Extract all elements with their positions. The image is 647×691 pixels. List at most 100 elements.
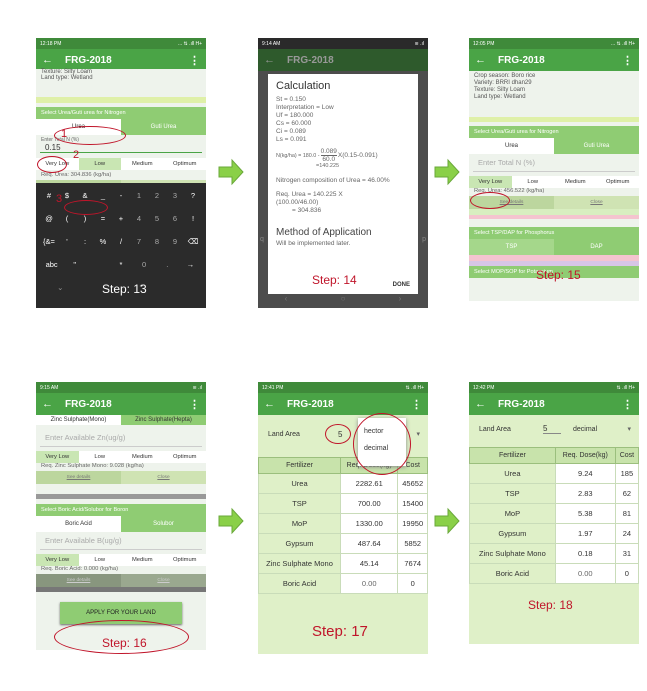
key[interactable]: + — [115, 214, 127, 223]
key[interactable]: - — [115, 191, 127, 200]
level-very-low[interactable]: Very Low — [36, 554, 79, 566]
level-medium[interactable]: Medium — [121, 554, 164, 566]
unit-select[interactable]: decimal — [573, 426, 597, 433]
level-low[interactable]: Low — [512, 176, 555, 188]
level-optimum[interactable]: Optimum — [597, 176, 640, 188]
total-n-input[interactable]: 0.15 — [40, 143, 202, 153]
close-button[interactable]: Close — [554, 196, 639, 209]
nav-down-icon[interactable]: ⌄ — [54, 283, 66, 292]
level-optimum[interactable]: Optimum — [164, 554, 207, 566]
overflow-menu-icon[interactable]: ⋮ — [189, 398, 200, 411]
overflow-menu-icon[interactable]: ⋮ — [189, 54, 200, 67]
key[interactable]: $ — [61, 191, 73, 200]
key[interactable]: ' — [61, 237, 73, 246]
dropdown-arrow-icon[interactable]: ▾ — [627, 425, 631, 433]
nav-recent-icon[interactable]: › — [399, 294, 402, 303]
tab-tsp[interactable]: TSP — [469, 239, 554, 255]
key[interactable]: : — [79, 237, 91, 246]
key[interactable]: 4 — [133, 214, 145, 223]
next-step-arrow-icon — [434, 158, 460, 186]
tab-guti-urea[interactable]: Guti Urea — [121, 119, 206, 135]
phosphorus-section-header: Select TSP/DAP for Phosphorus — [469, 227, 639, 239]
cell-dose: 1330.00 — [340, 513, 399, 534]
key[interactable]: 6 — [169, 214, 181, 223]
key[interactable]: 9 — [169, 237, 181, 246]
key[interactable]: / — [115, 237, 127, 246]
level-medium[interactable]: Medium — [121, 158, 164, 170]
key-enter[interactable]: → — [184, 260, 196, 269]
key[interactable]: ! — [187, 214, 199, 223]
key[interactable] — [92, 260, 104, 269]
back-arrow-icon[interactable]: ← — [42, 398, 53, 410]
back-arrow-icon[interactable]: ← — [264, 398, 275, 410]
dropdown-arrow-icon[interactable]: ▾ — [416, 430, 420, 438]
key[interactable]: {&= — [43, 237, 55, 246]
app-title: FRG-2018 — [287, 398, 334, 410]
key-abc[interactable]: abc — [46, 260, 58, 269]
tab-guti-urea[interactable]: Guti Urea — [554, 138, 639, 154]
level-very-low[interactable]: Very Low — [469, 176, 512, 188]
level-optimum[interactable]: Optimum — [164, 158, 207, 170]
status-bar: 12:18 PM ... ⇅ .ıll H+ — [36, 38, 206, 49]
key[interactable]: = — [97, 214, 109, 223]
level-medium[interactable]: Medium — [554, 176, 597, 188]
tab-zinc-hepta[interactable]: Zinc Sulphate(Hepta) — [121, 415, 206, 425]
key[interactable]: # — [43, 191, 55, 200]
req-urea-value: Req. Urea: 304.836 (kg/ha) — [41, 172, 112, 178]
key[interactable]: _ — [97, 191, 109, 200]
back-arrow-icon[interactable]: ← — [42, 54, 53, 66]
key[interactable]: 3 — [169, 191, 181, 200]
level-low[interactable]: Low — [79, 554, 122, 566]
boron-input[interactable]: Enter Available B(ug/g) — [40, 532, 202, 550]
key[interactable]: ? — [187, 191, 199, 200]
see-details-button[interactable]: See details — [36, 574, 121, 587]
cell-dose: 0.00 — [554, 563, 616, 584]
key[interactable]: 1 — [133, 191, 145, 200]
key[interactable]: 7 — [133, 237, 145, 246]
key[interactable]: @ — [43, 214, 55, 223]
zinc-input[interactable]: Enter Available Zn(ug/g) — [40, 429, 202, 447]
tab-zinc-mono[interactable]: Zinc Sulphate(Mono) — [36, 415, 121, 425]
calc-lines: St = 0.150 Interpretation = Low Uf = 180… — [276, 96, 410, 144]
level-low[interactable]: Low — [78, 158, 121, 170]
key[interactable]: 5 — [151, 214, 163, 223]
done-button[interactable]: DONE — [393, 282, 410, 288]
key[interactable]: 8 — [151, 237, 163, 246]
key[interactable]: 2 — [151, 191, 163, 200]
key[interactable]: & — [79, 191, 91, 200]
close-button[interactable]: Close — [121, 574, 206, 587]
key[interactable]: " — [69, 260, 81, 269]
tab-boric-acid[interactable]: Boric Acid — [36, 516, 121, 532]
overflow-menu-icon[interactable]: ⋮ — [622, 398, 633, 411]
calculation-dialog: Calculation St = 0.150 Interpretation = … — [268, 74, 418, 294]
key[interactable]: % — [97, 237, 109, 246]
see-details-button[interactable]: See details — [36, 471, 121, 484]
tab-urea[interactable]: Urea — [469, 138, 554, 154]
app-bar: ← FRG-2018 ⋮ — [36, 393, 206, 415]
back-arrow-icon[interactable]: ← — [475, 54, 486, 66]
back-arrow-icon[interactable]: ← — [475, 398, 486, 410]
close-button[interactable]: Close — [121, 471, 206, 484]
level-medium[interactable]: Medium — [121, 451, 164, 463]
tab-dap[interactable]: DAP — [554, 239, 639, 255]
app-bar: ← FRG-2018 ⋮ — [469, 49, 639, 71]
level-low[interactable]: Low — [79, 451, 122, 463]
level-optimum[interactable]: Optimum — [164, 451, 207, 463]
key[interactable]: ) — [79, 214, 91, 223]
cell-cost: 62 — [614, 483, 639, 504]
key[interactable]: ( — [61, 214, 73, 223]
level-very-low[interactable]: Very Low — [36, 451, 79, 463]
overflow-menu-icon[interactable]: ⋮ — [622, 54, 633, 67]
overflow-menu-icon[interactable]: ⋮ — [411, 398, 422, 411]
key[interactable]: 0 — [138, 260, 150, 269]
land-area-input[interactable]: 5 — [543, 424, 561, 434]
tab-solubor[interactable]: Solubor — [121, 516, 206, 532]
key[interactable]: . — [161, 260, 173, 269]
status-bar: 12:05 PM ... ⇅ .ıll H+ — [469, 38, 639, 49]
nav-home-icon[interactable]: ○ — [341, 294, 346, 303]
key[interactable]: * — [115, 260, 127, 269]
key-backspace[interactable]: ⌫ — [187, 237, 199, 246]
annotation-circle — [353, 413, 411, 475]
nav-back-icon[interactable]: ‹ — [285, 294, 288, 303]
total-n-input[interactable]: Enter Total N (%) — [473, 154, 635, 172]
